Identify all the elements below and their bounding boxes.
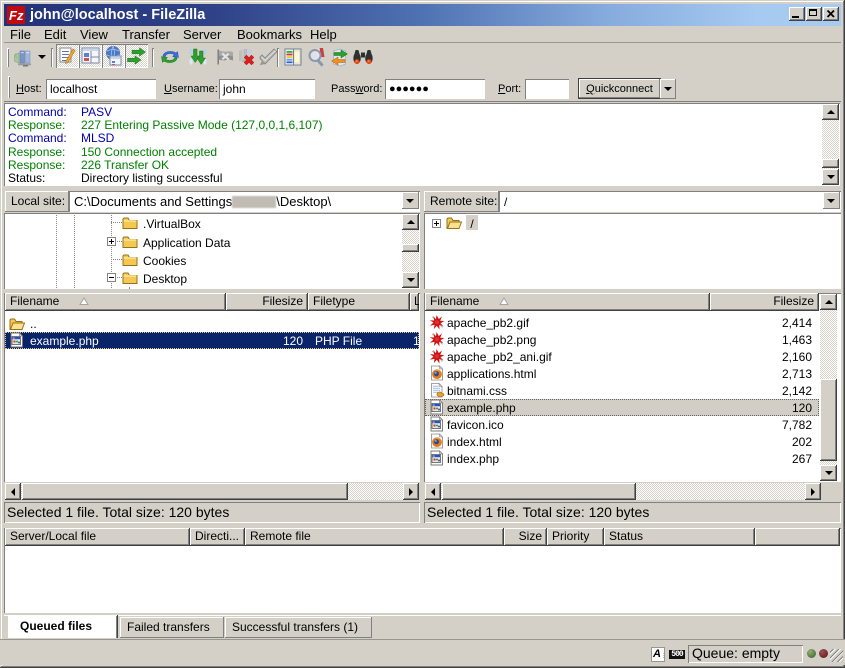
svg-text:Fz: Fz (9, 8, 24, 23)
